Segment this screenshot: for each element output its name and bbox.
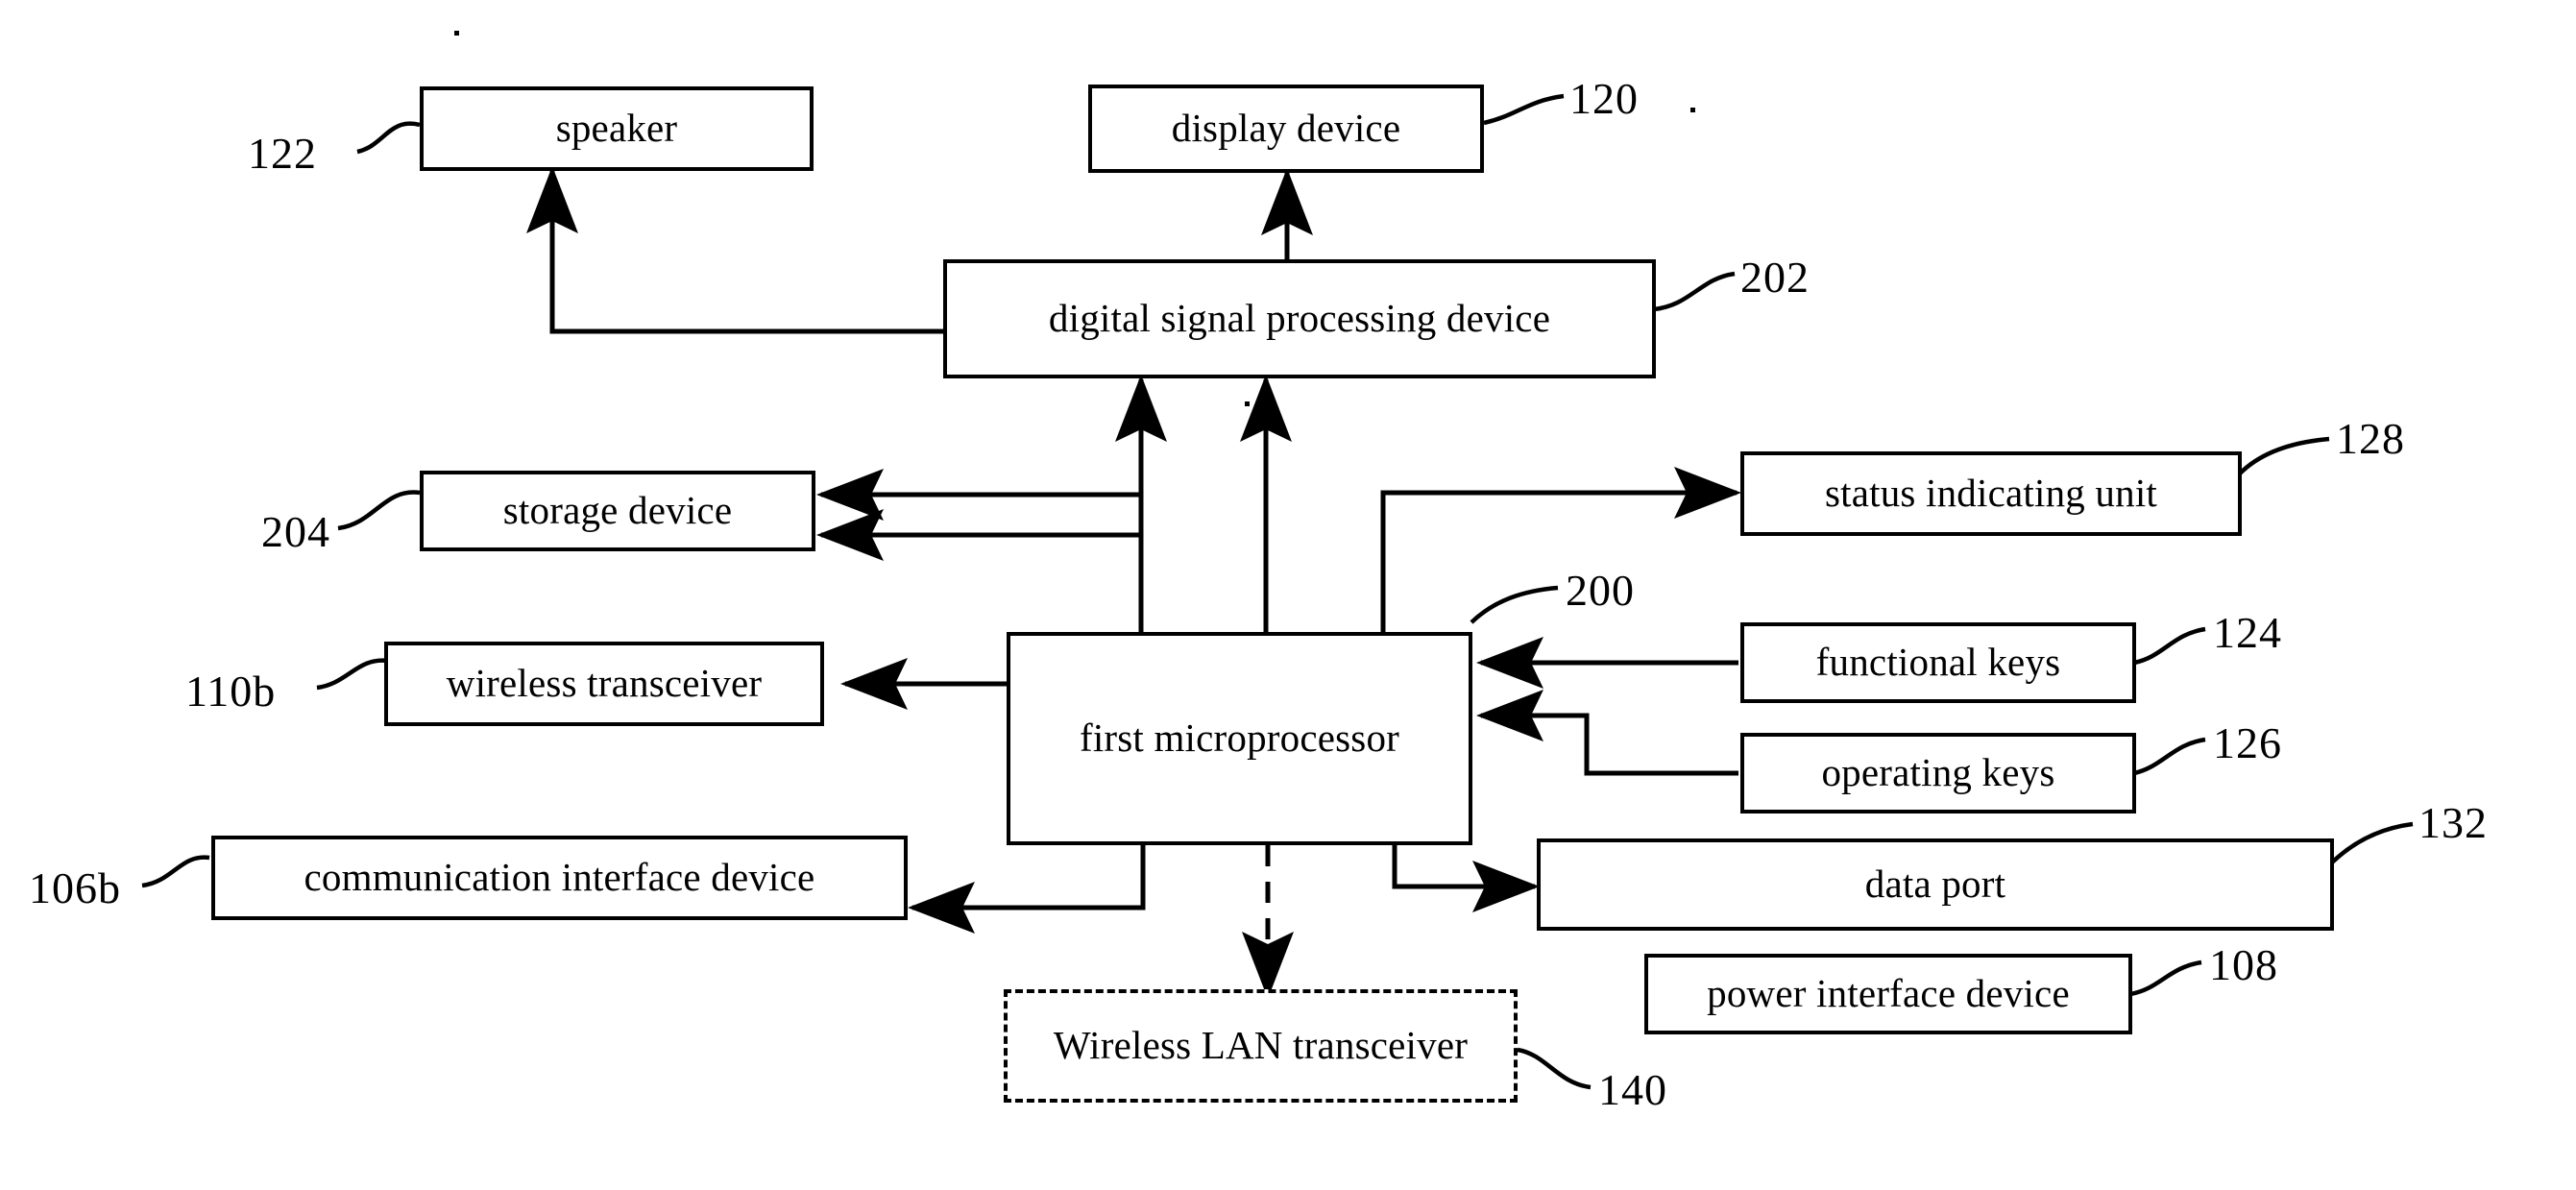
block-data-port[interactable]: data port — [1537, 838, 2334, 931]
connector-micro-to-status — [1380, 467, 1741, 634]
block-display-device-label: display device — [1171, 106, 1401, 151]
block-operating-keys-label: operating keys — [1821, 750, 2055, 795]
ref-numeral-140: 140 — [1598, 1065, 1667, 1114]
ref-numeral-202: 202 — [1740, 253, 1810, 302]
ref-numeral-108: 108 — [2209, 940, 2278, 989]
connector-opkeys-to-micro — [1476, 690, 1738, 776]
ref-numeral-126: 126 — [2213, 718, 2282, 767]
leader-110b — [316, 658, 389, 691]
scan-speck — [1245, 401, 1250, 406]
block-data-port-label: data port — [1864, 862, 2006, 907]
ref-numeral-110b: 110b — [185, 667, 277, 716]
block-storage-device[interactable]: storage device — [420, 471, 815, 551]
scan-speck — [454, 31, 459, 36]
leader-120 — [1483, 93, 1565, 126]
block-speaker[interactable]: speaker — [420, 86, 814, 171]
leader-124 — [2133, 626, 2206, 666]
diagram-canvas: speaker display device digital signal pr… — [0, 0, 2576, 1190]
block-power-interface-device[interactable]: power interface device — [1644, 954, 2132, 1034]
ref-numeral-122: 122 — [248, 129, 317, 178]
block-functional-keys-label: functional keys — [1815, 640, 2061, 685]
block-operating-keys[interactable]: operating keys — [1740, 733, 2136, 814]
ref-numeral-204: 204 — [261, 507, 330, 556]
block-dsp[interactable]: digital signal processing device — [943, 259, 1656, 378]
ref-numeral-128: 128 — [2336, 414, 2405, 463]
leader-108 — [2129, 959, 2202, 997]
leader-106b — [141, 855, 210, 888]
block-status-indicating-unit-label: status indicating unit — [1824, 471, 2158, 516]
leader-122 — [356, 121, 421, 155]
block-wireless-transceiver-label: wireless transceiver — [446, 661, 763, 706]
leader-202 — [1653, 271, 1736, 312]
connector-micro-to-comm — [908, 845, 1146, 934]
block-storage-device-label: storage device — [502, 488, 733, 533]
block-communication-interface-device-label: communication interface device — [304, 855, 815, 900]
block-wireless-lan-transceiver-label: Wireless LAN transceiver — [1053, 1023, 1469, 1068]
block-wireless-lan-transceiver[interactable]: Wireless LAN transceiver — [1004, 989, 1518, 1103]
leader-200 — [1470, 585, 1559, 624]
ref-numeral-124: 124 — [2213, 608, 2282, 657]
block-wireless-transceiver[interactable]: wireless transceiver — [384, 642, 824, 726]
block-status-indicating-unit[interactable]: status indicating unit — [1740, 451, 2242, 536]
block-communication-interface-device[interactable]: communication interface device — [211, 836, 908, 920]
scan-speck — [1690, 108, 1695, 112]
leader-128 — [2238, 436, 2330, 475]
connector-dsp-to-speaker — [526, 166, 946, 334]
leader-204 — [337, 490, 421, 531]
block-first-microprocessor-label: first microprocessor — [1079, 716, 1400, 761]
ref-numeral-200: 200 — [1566, 566, 1635, 615]
block-dsp-label: digital signal processing device — [1048, 296, 1551, 341]
block-power-interface-device-label: power interface device — [1707, 971, 2070, 1016]
block-speaker-label: speaker — [555, 106, 678, 151]
block-display-device[interactable]: display device — [1088, 85, 1484, 173]
block-first-microprocessor[interactable]: first microprocessor — [1007, 632, 1472, 845]
leader-132 — [2330, 821, 2414, 864]
connector-micro-to-dataport — [1392, 845, 1540, 912]
block-functional-keys[interactable]: functional keys — [1740, 622, 2136, 703]
ref-numeral-106b: 106b — [29, 863, 121, 912]
leader-140 — [1517, 1047, 1592, 1090]
leader-126 — [2133, 737, 2206, 776]
ref-numeral-132: 132 — [2418, 798, 2488, 847]
ref-numeral-120: 120 — [1569, 74, 1639, 123]
